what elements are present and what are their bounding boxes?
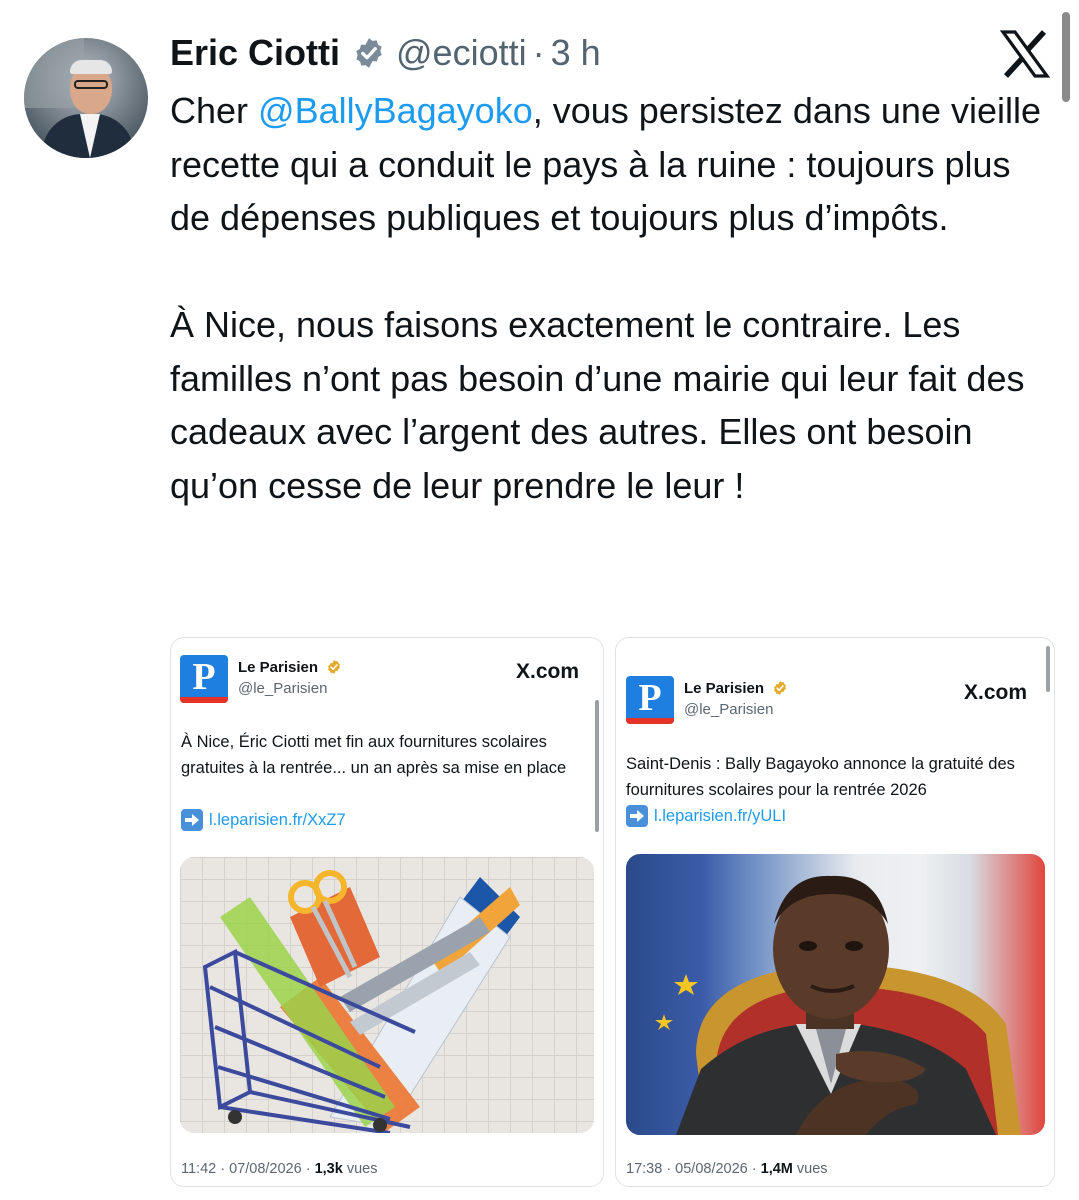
- tweet-text-intro: Cher: [170, 90, 259, 131]
- card-link-text[interactable]: l.leparisien.fr/yULI: [654, 807, 786, 826]
- card-views-count: 1,4M: [760, 1161, 793, 1177]
- card-timestamp-text: 17:38 · 05/08/2026 ·: [626, 1161, 761, 1177]
- card-account-name-text: Le Parisien: [684, 680, 765, 697]
- card-account-handle: @le_Parisien: [238, 680, 328, 697]
- link-arrow-icon: [626, 805, 648, 827]
- card-views-label: vues: [792, 1161, 828, 1177]
- quoted-screenshot-card[interactable]: P Le Parisien @le_Parisien X.com Saint-D…: [615, 637, 1055, 1187]
- x-logo-icon: [1000, 30, 1050, 78]
- le-parisien-logo: P: [626, 676, 674, 724]
- author-handle[interactable]: @eciotti: [396, 32, 527, 74]
- card-views-label: vues: [342, 1161, 378, 1177]
- author-name[interactable]: Eric Ciotti: [170, 32, 340, 74]
- card-account-name: Le Parisien: [238, 659, 342, 676]
- card-body-text: Saint-Denis : Bally Bagayoko annonce la …: [626, 755, 1015, 799]
- le-parisien-logo: P: [180, 655, 228, 703]
- card-scrollbar: [1046, 646, 1050, 692]
- tweet-text-body: , vous persistez dans une vieille recett…: [170, 90, 1042, 506]
- logo-letter: P: [192, 656, 216, 698]
- tweet-header: Eric Ciotti @eciotti · 3 h: [170, 30, 601, 76]
- tweet-text: Cher @BallyBagayoko, vous persistez dans…: [170, 84, 1050, 512]
- card-source: X.com: [964, 681, 1028, 704]
- card-link[interactable]: l.leparisien.fr/yULI: [626, 805, 786, 827]
- quoted-screenshot-card[interactable]: P Le Parisien @le_Parisien X.com À Nice,…: [170, 637, 604, 1187]
- card-link-text[interactable]: l.leparisien.fr/XxZ7: [209, 811, 346, 830]
- card-source: X.com: [516, 660, 580, 683]
- card-views-count: 1,3k: [314, 1161, 343, 1177]
- separator-dot: ·: [532, 32, 545, 73]
- link-arrow-icon: [181, 809, 203, 831]
- school-supplies-photo: [180, 857, 594, 1133]
- gold-verified-icon: [774, 681, 787, 695]
- card-body-text: À Nice, Éric Ciotti met fin aux fournitu…: [181, 733, 567, 777]
- logo-letter: P: [638, 677, 662, 719]
- card-timestamp: 17:38 · 05/08/2026 · 1,4M vues: [626, 1161, 828, 1177]
- card-account-name: Le Parisien: [684, 680, 788, 697]
- tweet-time[interactable]: 3 h: [551, 32, 601, 74]
- gold-verified-icon: [328, 660, 341, 674]
- scrollbar[interactable]: [1062, 12, 1070, 102]
- card-account-name-text: Le Parisien: [238, 659, 319, 676]
- card-account-handle: @le_Parisien: [684, 701, 774, 718]
- card-timestamp-text: 11:42 · 07/08/2026 ·: [181, 1161, 315, 1177]
- author-avatar[interactable]: [24, 38, 148, 158]
- card-timestamp: 11:42 · 07/08/2026 · 1,3k vues: [181, 1161, 377, 1177]
- mention-link[interactable]: @BallyBagayoko: [258, 90, 533, 131]
- card-link[interactable]: l.leparisien.fr/XxZ7: [181, 809, 346, 831]
- portrait-photo: [626, 854, 1045, 1135]
- verified-badge-icon: [356, 38, 382, 68]
- card-scrollbar: [595, 700, 599, 832]
